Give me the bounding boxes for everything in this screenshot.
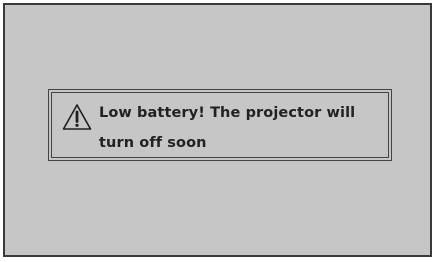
alert-message: Low battery! The projector will turn off… (99, 105, 356, 151)
low-battery-alert: Low battery! The projector will turn off… (48, 89, 392, 161)
warning-triangle-icon (62, 104, 92, 130)
alert-frame: Low battery! The projector will turn off… (51, 92, 389, 158)
projector-screen: Low battery! The projector will turn off… (3, 3, 432, 257)
